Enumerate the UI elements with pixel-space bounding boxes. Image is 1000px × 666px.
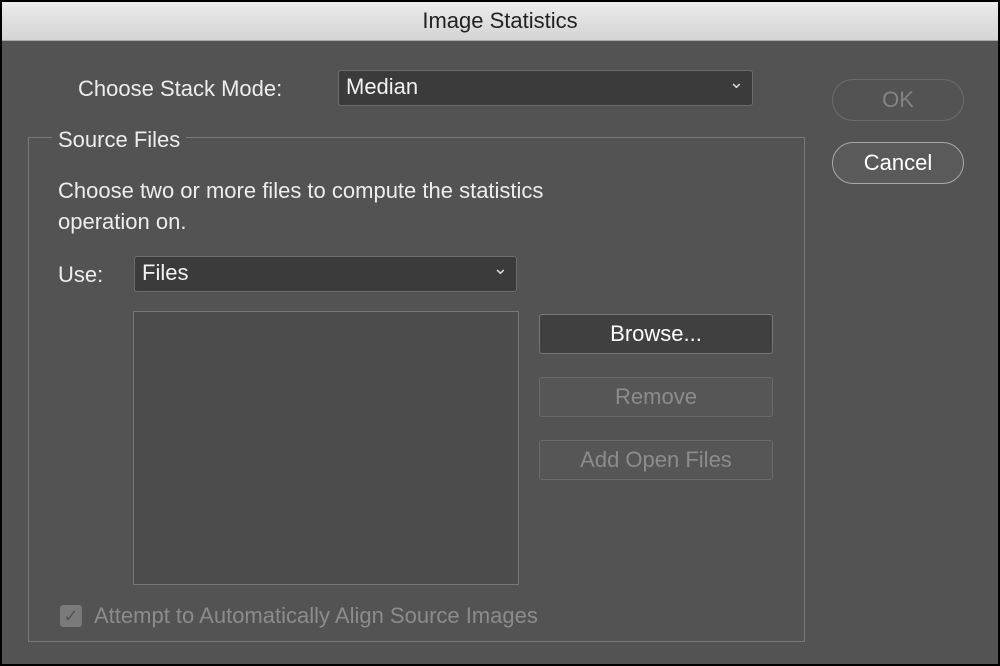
stack-mode-value: Median xyxy=(346,74,418,100)
add-open-files-button[interactable]: Add Open Files xyxy=(539,440,773,480)
use-value: Files xyxy=(142,260,188,286)
file-list[interactable] xyxy=(133,311,519,585)
cancel-button[interactable]: Cancel xyxy=(832,142,964,184)
align-checkbox-label: Attempt to Automatically Align Source Im… xyxy=(94,603,538,629)
browse-button[interactable]: Browse... xyxy=(539,314,773,354)
remove-button[interactable]: Remove xyxy=(539,377,773,417)
window-title: Image Statistics xyxy=(2,8,998,34)
instructions-line-2: operation on. xyxy=(58,209,186,235)
ok-button[interactable]: OK xyxy=(832,79,964,121)
instructions-line-1: Choose two or more files to compute the … xyxy=(58,178,543,204)
chevron-down-icon: ⌄ xyxy=(729,72,744,93)
checkmark-icon: ✓ xyxy=(63,606,78,626)
stack-mode-label: Choose Stack Mode: xyxy=(78,76,282,102)
align-checkbox[interactable]: ✓ xyxy=(60,605,82,627)
title-bar: Image Statistics xyxy=(2,2,998,41)
source-files-title: Source Files xyxy=(52,127,186,153)
stack-mode-dropdown[interactable]: Median ⌄ xyxy=(338,70,753,106)
image-statistics-dialog: Image Statistics Choose Stack Mode: Medi… xyxy=(2,2,998,664)
chevron-down-icon: ⌄ xyxy=(493,258,508,279)
use-label: Use: xyxy=(58,262,103,288)
use-dropdown[interactable]: Files ⌄ xyxy=(134,256,517,292)
